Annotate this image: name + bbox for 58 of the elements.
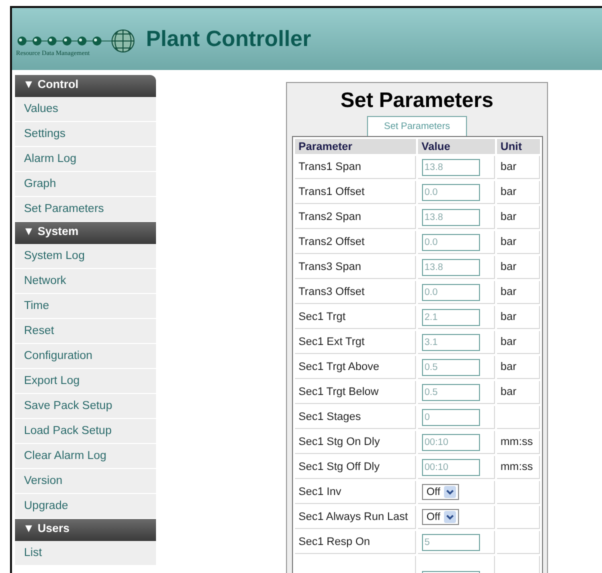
sidebar-link[interactable]: Configuration [15, 344, 156, 369]
sidebar-link[interactable]: Set Parameters [15, 197, 156, 222]
parameter-label: Sec1 Inv [298, 486, 342, 498]
sidebar-link[interactable]: Graph [15, 172, 156, 197]
chevron-down-icon [444, 511, 456, 523]
unit-label: bar [500, 286, 516, 298]
unit-label: bar [500, 361, 516, 373]
unit-label: mm:ss [500, 461, 533, 473]
parameter-label: Sec1 Trgt Below [298, 386, 379, 398]
parameter-label: Trans2 Span [298, 211, 362, 223]
sidebar-link[interactable]: Reset [15, 319, 156, 344]
parameter-label: Trans2 Offset [298, 236, 365, 248]
parameter-label: Sec1 Always Run Last [298, 511, 408, 523]
sidebar-link[interactable]: Alarm Log [15, 147, 156, 172]
sidebar-link[interactable]: Time [15, 294, 156, 319]
parameter-label: Sec1 Stg Off Dly [298, 461, 380, 473]
section-header[interactable]: ▼ Users [15, 519, 156, 541]
section-header[interactable]: ▼ Control [15, 75, 156, 97]
unit-label: bar [500, 186, 516, 198]
parameter-label: Trans1 Span [298, 161, 362, 173]
parameter-label: Trans1 Offset [298, 186, 365, 198]
unit-label: mm:ss [500, 436, 533, 448]
sidebar-link[interactable]: Settings [15, 122, 156, 147]
sidebar-link[interactable]: Clear Alarm Log [15, 444, 156, 469]
column-header: Value [418, 139, 494, 154]
panel-title: Set Parameters [340, 89, 494, 113]
unit-label: bar [500, 311, 516, 323]
sidebar-link[interactable]: Upgrade [15, 494, 156, 519]
set-parameters-button[interactable]: Set Parameters [367, 116, 467, 136]
parameter-label: Sec1 Stg On Dly [298, 436, 380, 448]
unit-label: bar [500, 236, 516, 248]
sidebar-link[interactable]: Network [15, 269, 156, 294]
unit-label: bar [500, 386, 516, 398]
app-title: Plant Controller [146, 26, 312, 52]
parameter-label: Sec1 Resp On [298, 536, 370, 548]
sidebar-link[interactable]: Version [15, 469, 156, 494]
parameter-label: Sec1 Trgt Above [298, 361, 380, 373]
sidebar-link[interactable]: List [15, 541, 156, 566]
parameter-label: Trans3 Offset [298, 286, 365, 298]
chevron-down-icon [444, 486, 456, 498]
unit-label: bar [500, 261, 516, 273]
unit-label: bar [500, 211, 516, 223]
sidebar-link[interactable]: Save Pack Setup [15, 394, 156, 419]
sidebar-link[interactable]: Load Pack Setup [15, 419, 156, 444]
unit-label: bar [500, 336, 516, 348]
parameter-label: Sec1 Ext Trgt [298, 336, 365, 348]
value-dropdown[interactable]: Off [422, 484, 460, 500]
sidebar-link[interactable]: Values [15, 97, 156, 122]
column-header: Unit [496, 139, 540, 154]
value-dropdown[interactable]: Off [422, 509, 460, 525]
parameter-label: Sec1 Trgt [298, 311, 346, 323]
section-header[interactable]: ▼ System [15, 222, 156, 244]
sidebar-link[interactable]: Export Log [15, 369, 156, 394]
column-header: Parameter [294, 139, 416, 154]
unit-label: bar [500, 161, 516, 173]
parameter-label: Trans3 Span [298, 261, 362, 273]
parameter-label: Sec1 Stages [298, 411, 361, 423]
sidebar-link[interactable]: System Log [15, 244, 156, 269]
